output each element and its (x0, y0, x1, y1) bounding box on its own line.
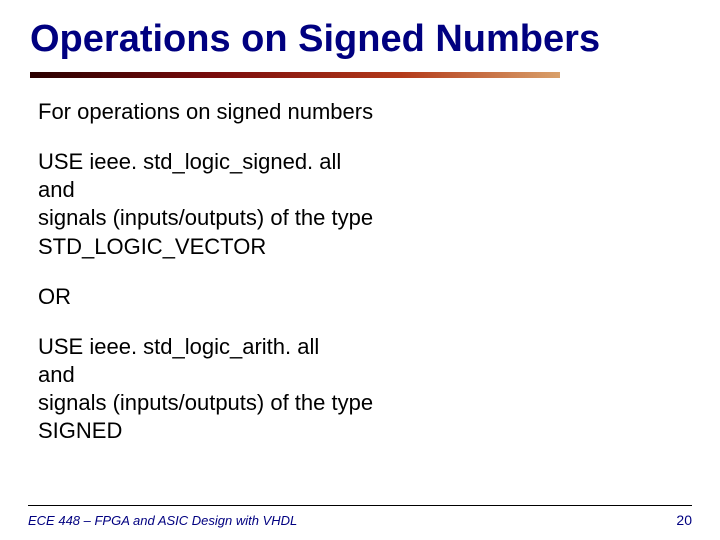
slide-body: For operations on signed numbers USE iee… (38, 98, 682, 468)
footer-course: ECE 448 – FPGA and ASIC Design with VHDL (28, 513, 297, 528)
slide-title: Operations on Signed Numbers (30, 18, 690, 61)
block2-line3: signals (inputs/outputs) of the type (38, 389, 682, 417)
block-1: USE ieee. std_logic_signed. all and sign… (38, 148, 682, 261)
block-2: USE ieee. std_logic_arith. all and signa… (38, 333, 682, 446)
block1-line1: USE ieee. std_logic_signed. all (38, 148, 682, 176)
footer-divider (28, 505, 692, 506)
title-underline (30, 72, 560, 78)
page-number: 20 (676, 512, 692, 528)
block2-line4: SIGNED (38, 417, 682, 445)
block1-line4: STD_LOGIC_VECTOR (38, 233, 682, 261)
intro-text: For operations on signed numbers (38, 98, 682, 126)
block1-line2: and (38, 176, 682, 204)
block2-line1: USE ieee. std_logic_arith. all (38, 333, 682, 361)
block2-line2: and (38, 361, 682, 389)
block1-line3: signals (inputs/outputs) of the type (38, 204, 682, 232)
slide: Operations on Signed Numbers For operati… (0, 0, 720, 540)
or-text: OR (38, 283, 682, 311)
